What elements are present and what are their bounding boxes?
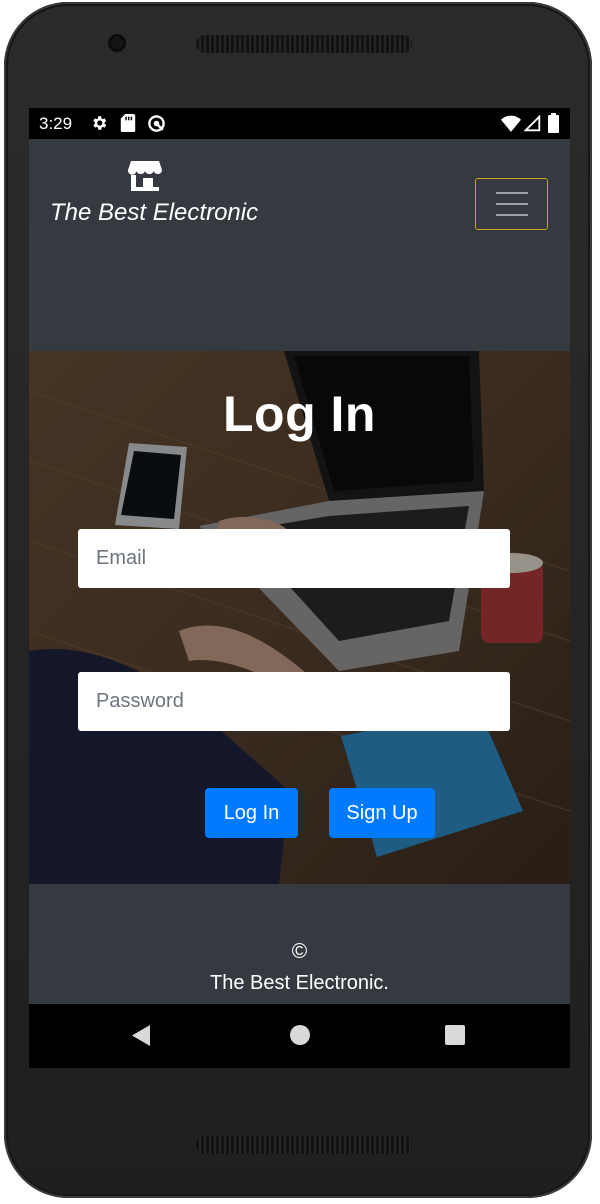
battery-icon bbox=[548, 113, 559, 138]
password-field[interactable] bbox=[78, 672, 510, 731]
storefront-icon[interactable] bbox=[127, 161, 162, 196]
bottom-speaker bbox=[196, 1136, 412, 1154]
status-time: 3:29 bbox=[39, 114, 73, 133]
app-navbar: The Best Electronic bbox=[29, 139, 570, 351]
hamburger-menu-button[interactable] bbox=[475, 178, 548, 230]
hamburger-menu-icon bbox=[496, 192, 528, 194]
signal-icon bbox=[523, 114, 541, 137]
gear-icon bbox=[90, 114, 108, 137]
home-icon[interactable] bbox=[290, 1025, 310, 1050]
recents-icon[interactable] bbox=[445, 1025, 465, 1050]
email-field[interactable] bbox=[78, 529, 510, 588]
footer-company: The Best Electronic. bbox=[210, 972, 389, 994]
copyright-symbol: © bbox=[291, 940, 308, 963]
hamburger-bar bbox=[496, 214, 528, 216]
status-bar: 3:29 bbox=[29, 108, 570, 139]
sync-icon bbox=[147, 114, 166, 138]
system-navigation-bar bbox=[29, 1004, 570, 1068]
device-screen: 3:29 The Best Electronic Log In Email Lo… bbox=[29, 108, 570, 1068]
back-icon[interactable] bbox=[132, 1025, 150, 1051]
brand-name[interactable]: The Best Electronic bbox=[50, 199, 258, 227]
footer: © The Best Electronic. bbox=[29, 884, 570, 1004]
login-button[interactable]: Log In bbox=[205, 788, 298, 838]
sd-card-icon bbox=[120, 114, 136, 137]
earpiece-speaker bbox=[196, 35, 412, 53]
login-title: Log In bbox=[223, 386, 376, 442]
signup-button[interactable]: Sign Up bbox=[329, 788, 435, 838]
hamburger-bar bbox=[496, 203, 528, 205]
front-camera bbox=[108, 34, 126, 52]
wifi-icon bbox=[501, 115, 521, 137]
login-hero: Log In Log In Sign Up bbox=[29, 351, 570, 884]
